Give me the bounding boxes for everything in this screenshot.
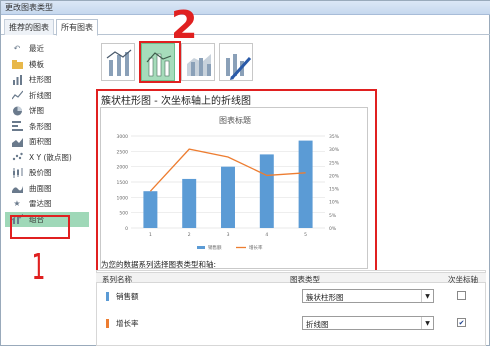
pie-chart-icon <box>11 106 23 116</box>
chart-category-list: ↶ 最近 模板 柱形图 折线图 饼图 条形图 面积图 X Y (散点图) 股价图… <box>5 41 89 227</box>
sidebar-item-area[interactable]: 面积图 <box>5 134 89 150</box>
sidebar-item-label: 最近 <box>29 44 44 54</box>
sidebar-item-label: 曲面图 <box>29 183 52 193</box>
header-secondary-axis: 次坐标轴 <box>448 275 478 284</box>
bar-chart-icon <box>11 121 23 132</box>
sidebar-item-pie[interactable]: 饼图 <box>5 103 89 119</box>
sidebar-item-label: X Y (散点图) <box>29 152 72 162</box>
sidebar-item-scatter[interactable]: X Y (散点图) <box>5 150 89 166</box>
area-chart-icon <box>11 137 23 147</box>
sidebar-item-column[interactable]: 柱形图 <box>5 72 89 88</box>
sidebar-item-label: 条形图 <box>29 121 52 131</box>
annotation-step-1: 1 <box>31 247 46 288</box>
folder-icon <box>11 59 23 69</box>
change-chart-type-dialog: 更改图表类型 推荐的图表 所有图表 ↶ 最近 模板 柱形图 折线图 饼图 条形图 <box>0 0 490 346</box>
tab-strip: 推荐的图表 所有图表 <box>1 17 490 36</box>
stock-chart-icon <box>11 167 23 178</box>
scatter-chart-icon <box>11 152 23 162</box>
chart-type-value: 折线图 <box>306 320 329 329</box>
sidebar-item-label: 折线图 <box>29 90 52 100</box>
subtype-clustered-column-line-button[interactable] <box>101 43 135 81</box>
secondary-axis-checkbox[interactable]: ✔ <box>457 318 466 327</box>
subtype-custom-combination-button[interactable] <box>219 43 253 81</box>
sidebar-item-label: 雷达图 <box>29 199 52 209</box>
sidebar-item-label: 面积图 <box>29 137 52 147</box>
sidebar-item-label: 饼图 <box>29 106 44 116</box>
subtype-stacked-area-column-button[interactable] <box>181 43 215 81</box>
sidebar-item-templates[interactable]: 模板 <box>5 57 89 73</box>
chevron-down-icon[interactable]: ▼ <box>421 290 433 302</box>
chart-type-select[interactable]: 簇状柱形图 ▼ <box>302 289 434 303</box>
sidebar-item-line[interactable]: 折线图 <box>5 88 89 104</box>
tab-recommended-charts[interactable]: 推荐的图表 <box>4 19 54 35</box>
sidebar-item-stock[interactable]: 股价图 <box>5 165 89 181</box>
annotation-step-2: 2 <box>171 3 198 47</box>
sidebar-item-recent[interactable]: ↶ 最近 <box>5 41 89 57</box>
highlight-box-preview <box>96 89 377 272</box>
series-name: 销售额 <box>116 292 139 301</box>
surface-chart-icon <box>11 183 23 194</box>
radar-chart-icon: ★ <box>13 199 21 209</box>
series-row-sales: 销售额 簇状柱形图 ▼ <box>96 285 486 307</box>
series-row-growth: 增长率 折线图 ▼ ✔ <box>96 312 486 334</box>
line-chart-icon <box>11 90 23 100</box>
header-chart-type: 图表类型 <box>290 275 320 284</box>
sidebar-item-label: 模板 <box>29 59 44 69</box>
series-color-swatch <box>106 292 109 301</box>
series-name: 增长率 <box>116 319 139 328</box>
tab-all-charts[interactable]: 所有图表 <box>56 19 98 36</box>
series-table-header: 系列名称 图表类型 次坐标轴 <box>96 272 486 284</box>
series-color-swatch <box>106 319 109 328</box>
series-instruction: 为您的数据系列选择图表类型和轴: <box>101 260 217 269</box>
sidebar-item-surface[interactable]: 曲面图 <box>5 181 89 197</box>
title-bar: 更改图表类型 <box>1 1 490 15</box>
highlight-box-subtype <box>139 41 181 83</box>
chart-type-select[interactable]: 折线图 ▼ <box>302 316 434 330</box>
chart-type-value: 簇状柱形图 <box>306 293 344 302</box>
sidebar-item-bar[interactable]: 条形图 <box>5 119 89 135</box>
chart-subtype-gallery <box>101 43 261 83</box>
chevron-down-icon[interactable]: ▼ <box>421 317 433 329</box>
sidebar-item-label: 股价图 <box>29 168 52 178</box>
sidebar-item-label: 柱形图 <box>29 75 52 85</box>
sidebar-item-radar[interactable]: ★ 雷达图 <box>5 196 89 212</box>
highlight-box-combo <box>10 215 70 239</box>
recent-icon: ↶ <box>13 44 21 54</box>
secondary-axis-checkbox[interactable] <box>457 291 466 300</box>
header-series-name: 系列名称 <box>102 275 132 284</box>
column-chart-icon <box>11 74 23 85</box>
window-title: 更改图表类型 <box>5 3 53 12</box>
